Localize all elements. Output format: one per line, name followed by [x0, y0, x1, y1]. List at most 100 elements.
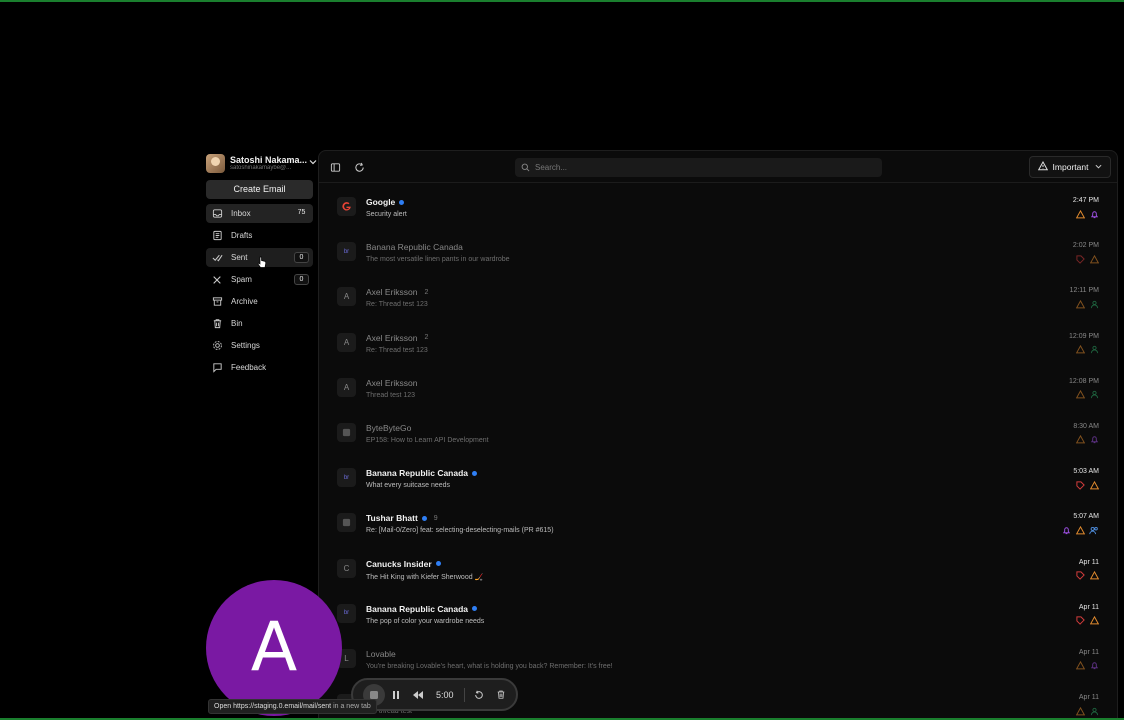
- mail-row[interactable]: br Banana Republic Canada The pop of color…: [319, 591, 1117, 636]
- sidebar-item-archive[interactable]: Archive: [206, 292, 313, 311]
- important-filter-button[interactable]: Important: [1029, 156, 1111, 178]
- user-icon: [1089, 299, 1099, 309]
- refresh-icon[interactable]: [351, 159, 367, 175]
- sidebar-item-label: Feedback: [231, 363, 267, 372]
- sidebar-item-settings[interactable]: Settings: [206, 336, 313, 355]
- sidebar-item-drafts[interactable]: Drafts: [206, 226, 313, 245]
- mail-sender: Banana Republic Canada: [366, 468, 469, 479]
- mail-labels: [1075, 706, 1099, 716]
- mail-labels: [1075, 616, 1099, 626]
- feedback-icon: [211, 362, 223, 374]
- sent-icon: [211, 252, 223, 264]
- mail-sender-group: Axel Eriksson 2: [366, 287, 428, 297]
- sidebar-toggle-icon[interactable]: [327, 159, 343, 175]
- mail-sender-group: Lovable: [366, 649, 396, 659]
- mail-subject: The pop of color your wardrobe needs: [366, 617, 485, 625]
- sender-avatar: C: [337, 558, 356, 578]
- mail-sender: Banana Republic Canada: [366, 242, 463, 253]
- search-icon: [521, 159, 530, 177]
- warning-icon: [1075, 435, 1085, 445]
- mail-time: 2:02 PM: [1072, 242, 1099, 250]
- account-avatar: [206, 153, 225, 173]
- search-input[interactable]: [535, 163, 855, 172]
- rewind-button[interactable]: [410, 687, 426, 703]
- mail-sender-group: Banana Republic Canada: [366, 242, 463, 252]
- user-avatar-large[interactable]: A: [206, 580, 342, 716]
- warning-icon: [1075, 345, 1085, 355]
- create-email-button[interactable]: Create Email: [206, 180, 313, 199]
- sidebar-item-label: Inbox: [231, 209, 251, 218]
- mail-sender: ByteByteGo: [366, 422, 412, 433]
- mail-sender: Lovable: [366, 648, 396, 659]
- tag-icon: [1075, 616, 1085, 626]
- unread-dot: [435, 561, 441, 566]
- search-bar[interactable]: [515, 158, 882, 177]
- sender-avatar: [337, 197, 356, 216]
- mail-sender-group: Tushar Bhatt 9: [366, 513, 438, 523]
- mail-row[interactable]: ByteByteGo EP158: How to Learn API Develo…: [319, 410, 1117, 455]
- warning-icon: [1075, 299, 1085, 309]
- mail-sender-group: Canucks Insider: [366, 559, 441, 569]
- warning-icon: [1089, 616, 1099, 626]
- users-icon: [1089, 525, 1099, 535]
- mail-time: Apr 11: [1078, 694, 1099, 702]
- user-icon: [1089, 390, 1099, 400]
- mail-sender-group: Banana Republic Canada: [366, 468, 478, 479]
- mail-sender-group: ByteByteGo: [366, 423, 411, 433]
- sidebar-item-bin[interactable]: Bin: [206, 314, 313, 333]
- account-switcher[interactable]: Satoshi Nakama... satoshinakamaybe@...: [206, 153, 318, 173]
- mail-subject: Security alert: [366, 211, 407, 218]
- sidebar-item-feedback[interactable]: Feedback: [206, 358, 313, 377]
- mail-row[interactable]: Google Security alert 2:47 PM: [319, 184, 1117, 229]
- mail-panel: Important Google Security alert 2:47 PM br B…: [318, 150, 1118, 720]
- trash-icon[interactable]: [493, 687, 509, 703]
- sidebar-nav: Inbox 75 Drafts Sent 0 Spam 0 Archive Bi…: [206, 204, 313, 380]
- pause-button[interactable]: [388, 687, 404, 703]
- account-text: Satoshi Nakama... satoshinakamaybe@...: [230, 155, 308, 171]
- warning-icon: [1075, 525, 1085, 535]
- sidebar-item-label: Archive: [231, 297, 258, 306]
- mail-row[interactable]: A Axel Eriksson Thread test 123 12:08 PM: [319, 365, 1117, 410]
- mail-sender-group: Axel Eriksson: [366, 378, 418, 388]
- mail-sender: Google: [366, 197, 396, 207]
- sidebar-item-spam[interactable]: Spam 0: [206, 270, 313, 289]
- user-icon: [1089, 345, 1099, 355]
- mail-sender: Axel Eriksson: [366, 332, 418, 343]
- important-filter-label: Important: [1052, 162, 1089, 172]
- sender-avatar: A: [337, 287, 356, 307]
- mail-row[interactable]: A Axel Eriksson 2 Re: Thread test 123 12:09 …: [319, 320, 1117, 365]
- chevron-down-icon: [1095, 162, 1102, 172]
- mail-labels: [1075, 661, 1099, 671]
- sender-avatar: A: [337, 332, 356, 352]
- mail-time: 8:30 AM: [1073, 422, 1099, 430]
- mail-row[interactable]: C Canucks Insider The Hit King with Kiefer…: [319, 546, 1117, 591]
- unread-dot: [399, 199, 405, 205]
- bin-icon: [211, 318, 223, 330]
- mail-labels: [1075, 571, 1099, 581]
- mail-sender: Tushar Bhatt: [366, 513, 418, 524]
- unread-dot: [472, 470, 478, 476]
- sidebar-item-inbox[interactable]: Inbox 75: [206, 204, 313, 223]
- user-icon: [1089, 706, 1099, 716]
- archive-icon: [211, 296, 223, 308]
- mail-row[interactable]: Tushar Bhatt 9 Re: [Mail-0/Zero] feat: sel…: [319, 500, 1117, 545]
- mail-row[interactable]: L Lovable You're breaking Lovable's heart,…: [319, 636, 1117, 681]
- chevron-down-icon[interactable]: [308, 158, 318, 168]
- mail-row[interactable]: br Banana Republic Canada The most versati…: [319, 229, 1117, 274]
- toolbar: Important: [319, 151, 1117, 183]
- mail-sender-group: Google: [366, 197, 405, 207]
- mail-time: Apr 11: [1078, 603, 1099, 611]
- mail-labels: [1075, 390, 1099, 400]
- sidebar-item-label: Drafts: [231, 231, 253, 240]
- mail-subject: The Hit King with Kiefer Sherwood 🏒: [366, 573, 484, 581]
- tag-icon: [1075, 571, 1085, 581]
- mail-subject: Thread test 123: [366, 391, 416, 399]
- mail-row[interactable]: A Axel Eriksson 2 Re: Thread test 123 12:11 …: [319, 274, 1117, 319]
- mail-sender: Axel Eriksson: [366, 287, 418, 298]
- restart-icon[interactable]: [471, 687, 487, 703]
- unread-dot: [472, 606, 478, 612]
- mail-row[interactable]: br Banana Republic Canada What every suitc…: [319, 455, 1117, 500]
- warning-icon: [1089, 254, 1099, 264]
- mail-labels: [1075, 345, 1099, 355]
- top-border: [0, 0, 1124, 2]
